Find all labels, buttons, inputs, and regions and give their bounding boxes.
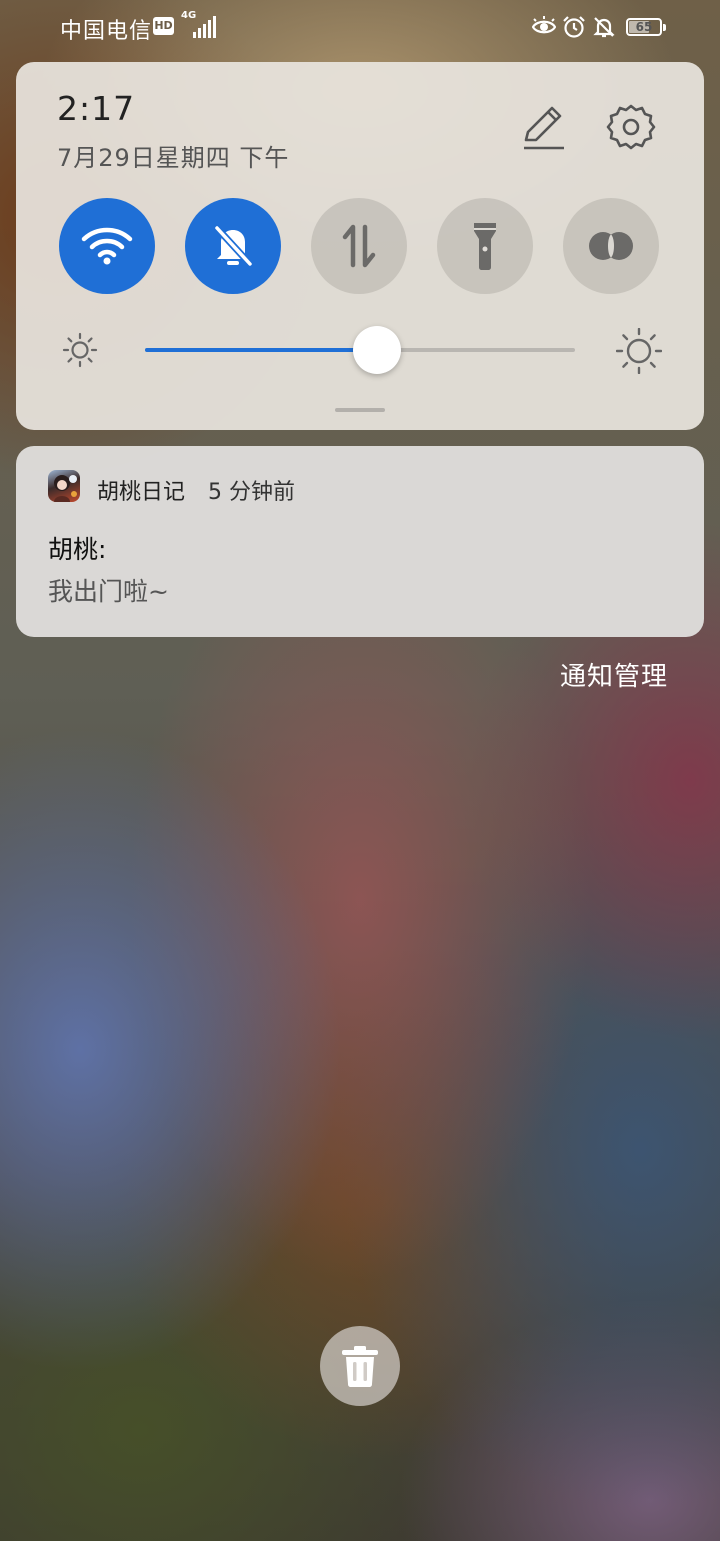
notification-manage-button[interactable]: 通知管理 [560, 656, 668, 693]
brightness-slider[interactable] [145, 326, 575, 374]
bell-off-icon [214, 225, 253, 267]
brightness-high-icon [616, 328, 662, 374]
panel-drag-handle[interactable] [335, 408, 385, 412]
flashlight-icon [474, 223, 496, 270]
edit-pencil-icon[interactable] [518, 102, 568, 152]
notification-time: 5 分钟前 [208, 480, 295, 505]
clock-date: 7月29日星期四 下午 [57, 144, 290, 172]
overlap-circles-icon [589, 232, 633, 260]
silent-toggle[interactable] [185, 198, 281, 294]
notification-card[interactable]: 胡桃日记 5 分钟前 胡桃: 我出门啦~ [16, 446, 704, 637]
clear-notifications-button[interactable] [320, 1326, 400, 1406]
battery-icon: 65 [626, 18, 666, 36]
app-icon [48, 470, 80, 502]
wifi-icon [81, 227, 133, 265]
trash-icon [342, 1346, 378, 1387]
color-mode-toggle[interactable] [563, 198, 659, 294]
mobile-data-toggle[interactable] [311, 198, 407, 294]
app-name: 胡桃日记 [97, 480, 186, 505]
status-icons: 65 [532, 14, 666, 40]
notification-title: 胡桃: [48, 535, 107, 564]
bell-off-icon [593, 17, 615, 38]
brightness-slider-fill [145, 348, 378, 352]
brightness-slider-thumb[interactable] [353, 326, 402, 374]
hd-badge: HD [153, 17, 174, 35]
eye-comfort-icon [532, 16, 556, 34]
signal-icon [193, 16, 216, 38]
brightness-low-icon [62, 332, 98, 368]
wifi-toggle[interactable] [59, 198, 155, 294]
settings-gear-icon[interactable] [606, 102, 656, 152]
battery-level: 65 [635, 20, 653, 34]
status-bar: 中国电信 HD 4G 65 [0, 0, 720, 56]
quick-settings-panel: 2:17 7月29日星期四 下午 [16, 62, 704, 430]
alarm-clock-icon [563, 16, 585, 38]
clock-time: 2:17 [57, 89, 136, 128]
carrier-name: 中国电信 [60, 19, 153, 44]
data-arrows-icon [342, 224, 376, 268]
notification-body: 我出门啦~ [48, 577, 169, 606]
flashlight-toggle[interactable] [437, 198, 533, 294]
